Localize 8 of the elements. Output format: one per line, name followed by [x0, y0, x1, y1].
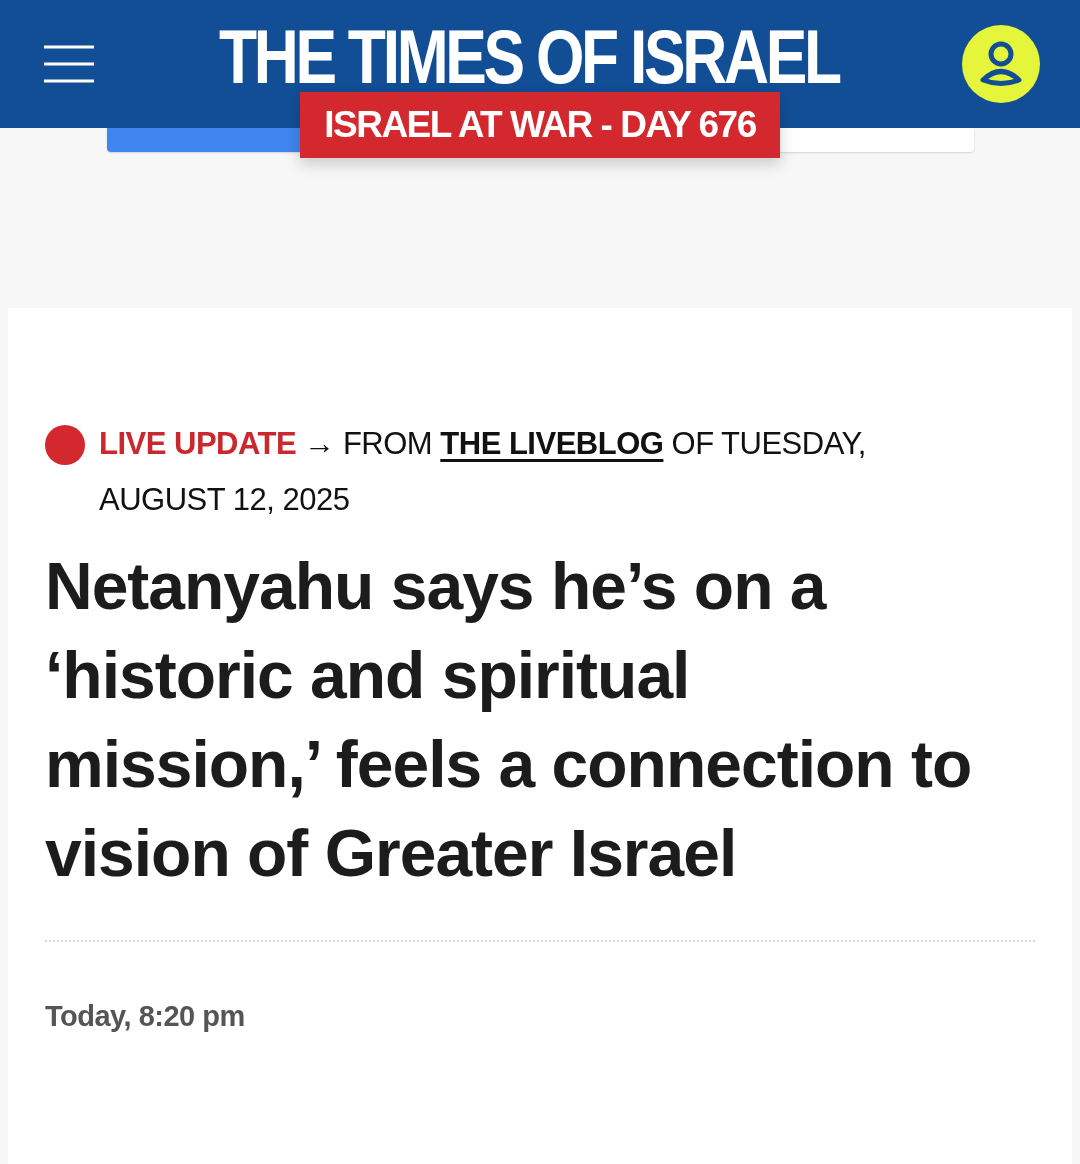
- menu-icon[interactable]: [42, 44, 96, 84]
- user-account-icon[interactable]: [962, 25, 1040, 103]
- live-update-line: LIVE UPDATE → FROM THE LIVEBLOG OF TUESDAY, AUGUST 12, 2025: [99, 425, 867, 519]
- liveblog-link[interactable]: THE LIVEBLOG: [440, 426, 664, 461]
- live-dot-icon: [45, 425, 85, 465]
- article-headline: Netanyahu says he’s on a ‘historic and spiritual mission,’ feels a connection to vision of Greater Israel: [45, 548, 973, 892]
- war-day-banner: ISRAEL AT WAR - DAY 676: [300, 92, 780, 158]
- publish-time: Today, 8:20 pm: [45, 1000, 246, 1033]
